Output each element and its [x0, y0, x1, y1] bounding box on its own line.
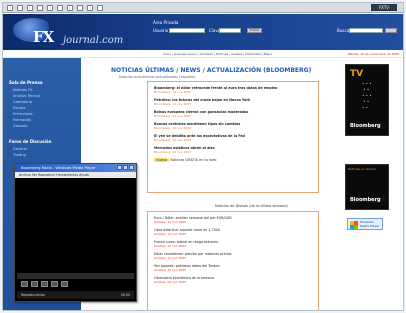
stop-icon[interactable] [27, 4, 33, 11]
nav-links[interactable]: Inicio | Quiénes somos | Contacto | Noti… [163, 52, 272, 56]
news-meta: Bloomberg, 14 nov 2005 [154, 114, 192, 118]
news-meta: Análisis, 14 nov 2005 [154, 220, 187, 224]
play-icon[interactable] [21, 281, 28, 287]
news-item[interactable]: Bolsas europeas cierran con ganancias mo… [154, 110, 312, 118]
logo-brand: FX [33, 28, 54, 46]
site-search-input[interactable] [349, 28, 383, 33]
sidebar-title-forums: Foros de Discusión [9, 139, 52, 144]
free-news-text[interactable]: Noticias GRATIS en tu web [170, 158, 216, 162]
site-header: FX journal.com Área Privada Usuario Clav… [3, 14, 403, 50]
player-menu[interactable]: Archivo Ver Reproducir Herramientas Ayud… [15, 172, 136, 178]
media-player-window[interactable]: Bloomberg Radio - Windows Media Player A… [14, 163, 137, 302]
right-column: TV • • • • • • • • • • • • Bloomberg Notic… [333, 58, 403, 310]
player-controls [17, 279, 134, 289]
news-meta: Análisis, 11 nov 2005 [154, 256, 187, 260]
news-item[interactable]: Bancos centrales mantienen tipos sin cam… [154, 122, 312, 130]
maximize-icon[interactable] [123, 165, 128, 170]
window-label: FXTV [370, 4, 397, 11]
nav-strip: Inicio | Quiénes somos | Contacto | Noti… [3, 50, 403, 58]
news-meta: Bloomberg, 14 nov 2005 [154, 138, 192, 142]
print-icon[interactable] [97, 4, 103, 11]
windows-media-badge[interactable]: Windows Media Player [347, 218, 383, 230]
player-status: Reproduciendo 00:00 [17, 291, 134, 299]
forward-icon[interactable] [17, 4, 23, 11]
news-meta: Análisis, 12 nov 2005 [154, 244, 187, 248]
news-item[interactable]: Petróleo: los futuros del crudo bajan en… [154, 98, 312, 106]
favorites-icon[interactable] [67, 4, 73, 11]
volume-icon[interactable] [61, 281, 68, 287]
browser-toolbar: FXTV [3, 3, 403, 13]
search-go-button[interactable] [385, 28, 397, 33]
news-meta: Bloomberg, 14 nov 2005 [154, 102, 192, 106]
current-date: Martes, 15 de noviembre de 2005 [348, 52, 399, 56]
user-label: Usuario [153, 28, 169, 33]
bloomberg-tv-ad[interactable]: TV • • • • • • • • • • • • Bloomberg [345, 64, 389, 136]
private-area-label: Área Privada [153, 20, 179, 25]
back-icon[interactable] [7, 4, 13, 11]
new-badge: Nuevo [154, 158, 170, 162]
section-separator: Noticias de Divisas (de la última semana… [215, 204, 288, 208]
sidebar-item[interactable]: Trading [3, 152, 81, 158]
news-meta: Análisis, 13 nov 2005 [154, 232, 187, 236]
sidebar-title-press: Sala de Prensa [9, 80, 43, 85]
page-subtitle: Noticias económicas actualizadas (españo… [119, 75, 196, 79]
window-controls [117, 165, 134, 170]
news-item[interactable]: Yen japonés: próximos datos del Tankan A… [154, 264, 312, 272]
news-meta: Análisis, 10 nov 2005 [154, 268, 187, 272]
news-meta: Bloomberg, 14 nov 2005 [154, 90, 192, 94]
stop-icon[interactable] [31, 281, 38, 287]
site-logo[interactable]: FX journal.com [13, 16, 123, 48]
time-readout: 00:00 [120, 293, 130, 297]
free-news-link[interactable]: Nuevo Noticias GRATIS en tu web [154, 158, 312, 162]
login-button[interactable]: Entrar [247, 28, 263, 33]
pass-input[interactable] [219, 28, 241, 33]
bloomberg-logo: Bloomberg [350, 197, 386, 203]
bloomberg-radio-ad[interactable]: Noticias en directo Bloomberg [345, 164, 389, 210]
news-item[interactable]: Mercados asiáticos abren al alza Bloombe… [154, 146, 312, 154]
mail-icon[interactable] [87, 4, 93, 11]
status-text: Reproduciendo [21, 293, 45, 297]
news-meta: Bloomberg, 14 nov 2005 [154, 150, 192, 154]
bloomberg-news-box: Bloomberg: el dólar retrocede frente al … [147, 81, 319, 193]
news-item[interactable]: Libra esterlina: soporte clave en 1,7300… [154, 228, 312, 236]
ad-graphic: • • • • • • • • • • • • [362, 81, 372, 110]
logo-sub: journal.com [63, 35, 124, 46]
search-icon[interactable] [57, 4, 63, 11]
tv-label: TV [350, 69, 364, 79]
minimize-icon[interactable] [117, 165, 122, 170]
windows-media-text: Windows Media Player [360, 220, 380, 228]
user-input[interactable] [169, 28, 205, 33]
prev-icon[interactable] [41, 281, 48, 287]
next-icon[interactable] [51, 281, 58, 287]
news-item[interactable]: Calendario económico de la semana Anális… [154, 276, 312, 284]
news-meta: Bloomberg, 14 nov 2005 [154, 126, 192, 130]
windows-logo-icon [350, 221, 358, 229]
news-item[interactable]: Dólar canadiense: presión por materias p… [154, 252, 312, 260]
page-title: NOTICIAS ÚLTIMAS / NEWS / ACTUALIZACIÓN … [111, 67, 312, 74]
video-area [19, 180, 132, 270]
refresh-icon[interactable] [37, 4, 43, 11]
news-item[interactable]: Franco suizo: lateral en rango estrecho … [154, 240, 312, 248]
home-icon[interactable] [47, 4, 53, 11]
news-item[interactable]: Bloomberg: el dólar retrocede frente al … [154, 86, 312, 94]
news-meta: Análisis, 09 nov 2005 [154, 280, 187, 284]
bloomberg-logo: Bloomberg [350, 123, 386, 129]
news-item[interactable]: Euro / Dólar: análisis semanal del par E… [154, 216, 312, 224]
player-title: Bloomberg Radio - Windows Media Player [21, 166, 96, 170]
close-icon[interactable] [129, 165, 134, 170]
ad-text: Noticias en directo [348, 167, 377, 171]
player-titlebar[interactable]: Bloomberg Radio - Windows Media Player [15, 164, 136, 172]
history-icon[interactable] [77, 4, 83, 11]
news-item[interactable]: El yen se debilita ante las expectativas… [154, 134, 312, 142]
currency-news-box: Euro / Dólar: análisis semanal del par E… [147, 211, 319, 310]
